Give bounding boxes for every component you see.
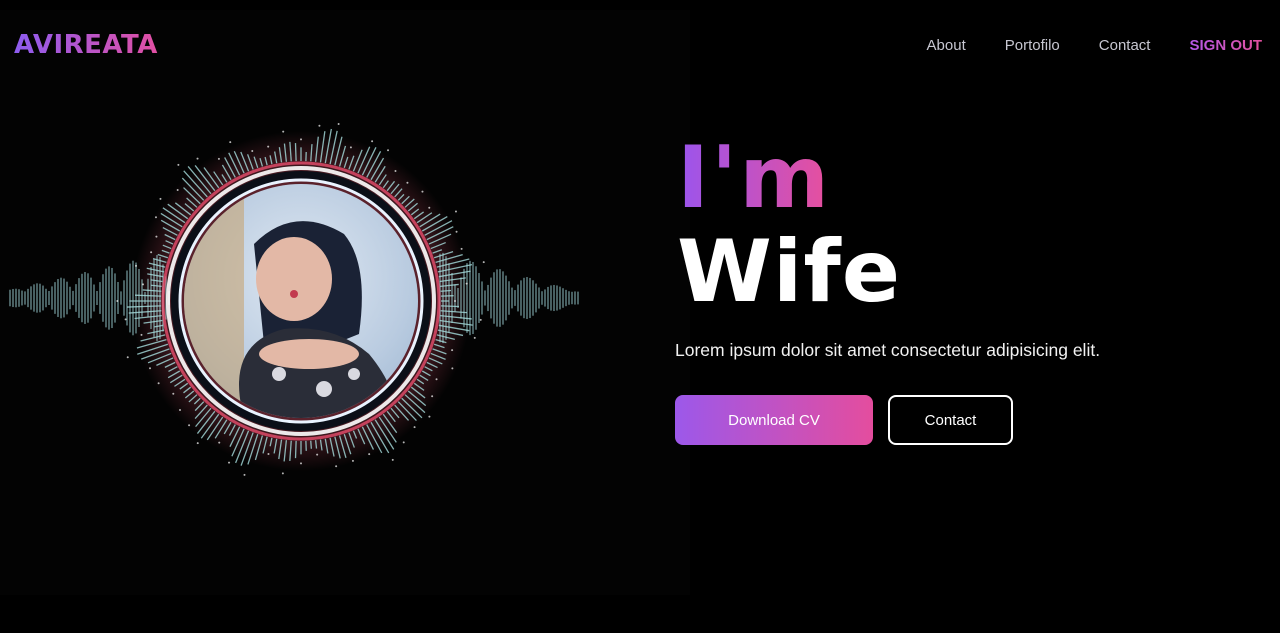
nav-about[interactable]: About: [927, 37, 966, 54]
hero-name: Wife: [677, 222, 902, 322]
hero-description: Lorem ipsum dolor sit amet consectetur a…: [675, 340, 1101, 360]
nav-portfolio[interactable]: Portofilo: [1005, 37, 1060, 54]
audio-visualizer: [0, 110, 690, 490]
nav-contact[interactable]: Contact: [1099, 37, 1151, 54]
main-nav: About Portofilo Contact SIGN OUT: [888, 37, 1262, 54]
contact-button[interactable]: Contact: [888, 395, 1013, 445]
profile-photo: [184, 184, 418, 418]
hero-intro: I'm: [677, 128, 831, 228]
site-logo[interactable]: AVIREATA: [14, 30, 158, 60]
download-cv-button[interactable]: Download CV: [675, 395, 873, 445]
sign-out-link[interactable]: SIGN OUT: [1189, 37, 1262, 54]
